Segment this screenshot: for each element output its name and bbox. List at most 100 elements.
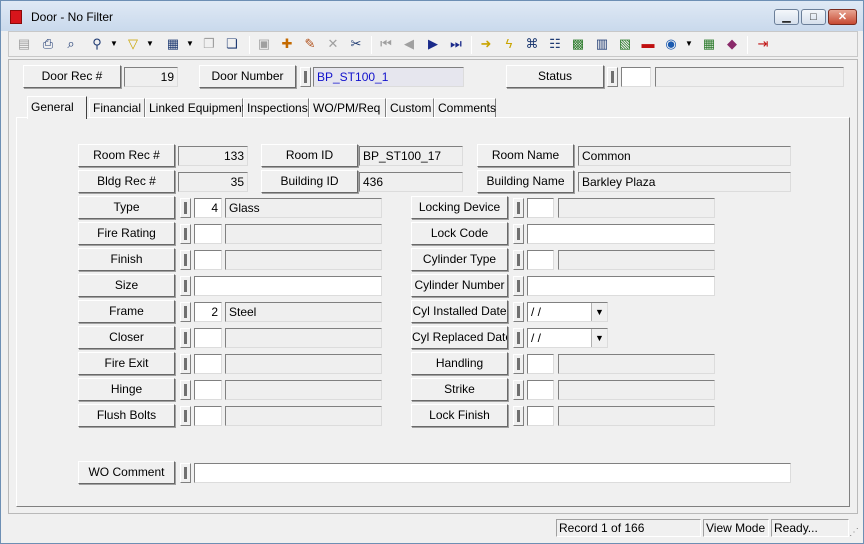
tab-comments[interactable]: Comments <box>434 98 496 118</box>
globe-icon[interactable]: ◉ <box>662 35 680 53</box>
fire-rating-code-field[interactable] <box>194 224 222 244</box>
room-name-label[interactable]: Room Name <box>477 144 574 167</box>
size-field[interactable] <box>194 276 382 296</box>
hinge-code-field[interactable] <box>194 380 222 400</box>
cylinder-number-grip[interactable] <box>513 276 524 296</box>
status-code-field[interactable] <box>621 67 651 87</box>
binoculars-dropdown-icon[interactable]: ▼ <box>110 35 118 53</box>
size-label[interactable]: Size <box>78 274 175 297</box>
wo-comment-field[interactable] <box>194 463 791 483</box>
report-dropdown-icon[interactable]: ▼ <box>186 35 194 53</box>
hierarchy-icon[interactable]: ☷ <box>546 35 564 53</box>
hinge-grip[interactable] <box>180 380 191 400</box>
lock-code-field[interactable] <box>527 224 715 244</box>
door-number-label[interactable]: Door Number <box>199 65 296 88</box>
flush-bolts-grip[interactable] <box>180 406 191 426</box>
status-grip[interactable] <box>607 67 618 87</box>
hinge-label[interactable]: Hinge <box>78 378 175 401</box>
last-record-icon[interactable]: ⏭ <box>447 35 465 53</box>
finish-grip[interactable] <box>180 250 191 270</box>
building-name-label[interactable]: Building Name <box>477 170 574 193</box>
cyl-installed-date-label[interactable]: Cyl Installed Date <box>411 300 508 323</box>
strike-label[interactable]: Strike <box>411 378 508 401</box>
door-number-grip[interactable] <box>300 67 311 87</box>
car-icon[interactable]: ▬ <box>639 35 657 53</box>
bldg-rec-label[interactable]: Bldg Rec # <box>78 170 175 193</box>
frame-grip[interactable] <box>180 302 191 322</box>
edit-pencil-icon[interactable]: ✎ <box>301 35 319 53</box>
finish-label[interactable]: Finish <box>78 248 175 271</box>
closer-label[interactable]: Closer <box>78 326 175 349</box>
locking-device-grip[interactable] <box>513 198 524 218</box>
chevron-down-icon[interactable]: ▼ <box>591 303 607 321</box>
room-rec-label[interactable]: Room Rec # <box>78 144 175 167</box>
cylinder-type-label[interactable]: Cylinder Type <box>411 248 508 271</box>
chevron-down-icon[interactable]: ▼ <box>591 329 607 347</box>
lock-code-label[interactable]: Lock Code <box>411 222 508 245</box>
lock-finish-label[interactable]: Lock Finish <box>411 404 508 427</box>
exit-icon[interactable]: ⇥ <box>754 35 772 53</box>
type-code-field[interactable]: 4 <box>194 198 222 218</box>
building-id-label[interactable]: Building ID <box>261 170 358 193</box>
closer-code-field[interactable] <box>194 328 222 348</box>
image-icon[interactable]: ▩ <box>569 35 587 53</box>
fire-rating-grip[interactable] <box>180 224 191 244</box>
minimize-button[interactable]: ▁ <box>774 9 799 25</box>
resize-grip-icon[interactable]: ⋰ <box>849 527 861 539</box>
cyl-installed-date-grip[interactable] <box>513 302 524 322</box>
fire-exit-code-field[interactable] <box>194 354 222 374</box>
map-icon[interactable]: ▧ <box>616 35 634 53</box>
lock-finish-grip[interactable] <box>513 406 524 426</box>
closer-grip[interactable] <box>180 328 191 348</box>
previous-record-icon[interactable]: ◀ <box>400 35 418 53</box>
maximize-button[interactable]: □ <box>801 9 826 25</box>
cyl-replaced-date-grip[interactable] <box>513 328 524 348</box>
frame-label[interactable]: Frame <box>78 300 175 323</box>
fire-exit-label[interactable]: Fire Exit <box>78 352 175 375</box>
delete-icon[interactable]: ✕ <box>324 35 342 53</box>
handling-label[interactable]: Handling <box>411 352 508 375</box>
lightning-icon[interactable]: ϟ <box>500 35 518 53</box>
book-icon[interactable]: ◆ <box>723 35 741 53</box>
cylinder-type-code-field[interactable] <box>527 250 554 270</box>
handling-code-field[interactable] <box>527 354 554 374</box>
door-number-field[interactable]: BP_ST100_1 <box>313 67 464 87</box>
lock-finish-code-field[interactable] <box>527 406 554 426</box>
cut-icon[interactable]: ✂ <box>347 35 365 53</box>
report-icon[interactable]: ▦ <box>164 35 182 53</box>
first-record-icon[interactable]: ⏮ <box>377 35 395 53</box>
filter-icon[interactable]: ▽ <box>124 35 142 53</box>
cyl-replaced-date-picker[interactable]: / / ▼ <box>527 328 608 348</box>
fire-exit-grip[interactable] <box>180 354 191 374</box>
find-icon[interactable]: ⌘ <box>523 35 541 53</box>
door-rec-label[interactable]: Door Rec # <box>23 65 121 88</box>
tab-custom[interactable]: Custom <box>386 98 434 118</box>
tab-linked-equipment[interactable]: Linked Equipment <box>145 98 245 118</box>
locking-device-code-field[interactable] <box>527 198 554 218</box>
print-preview-icon[interactable]: ⌕ <box>62 35 80 53</box>
strike-grip[interactable] <box>513 380 524 400</box>
print-icon[interactable]: ⎙ <box>39 35 57 53</box>
new-record-icon[interactable]: ✚ <box>278 35 296 53</box>
next-record-icon[interactable]: ▶ <box>424 35 442 53</box>
cylinder-type-grip[interactable] <box>513 250 524 270</box>
paste-icon[interactable]: ❏ <box>223 35 241 53</box>
copy-icon[interactable]: ❐ <box>200 35 218 53</box>
tab-financial[interactable]: Financial <box>89 98 145 118</box>
flush-bolts-code-field[interactable] <box>194 406 222 426</box>
finish-code-field[interactable] <box>194 250 222 270</box>
strike-code-field[interactable] <box>527 380 554 400</box>
globe-dropdown-icon[interactable]: ▼ <box>685 35 693 53</box>
flush-bolts-label[interactable]: Flush Bolts <box>78 404 175 427</box>
save-icon[interactable]: ▣ <box>255 35 273 53</box>
room-id-label[interactable]: Room ID <box>261 144 358 167</box>
calculator-icon[interactable]: ▥ <box>593 35 611 53</box>
wo-comment-grip[interactable] <box>180 463 191 483</box>
binoculars-icon[interactable]: ⚲ <box>88 35 106 53</box>
cylinder-number-label[interactable]: Cylinder Number <box>411 274 508 297</box>
handling-grip[interactable] <box>513 354 524 374</box>
filter-dropdown-icon[interactable]: ▼ <box>146 35 154 53</box>
size-grip[interactable] <box>180 276 191 296</box>
cyl-installed-date-picker[interactable]: / / ▼ <box>527 302 608 322</box>
form-view-icon[interactable]: ▤ <box>15 35 33 53</box>
